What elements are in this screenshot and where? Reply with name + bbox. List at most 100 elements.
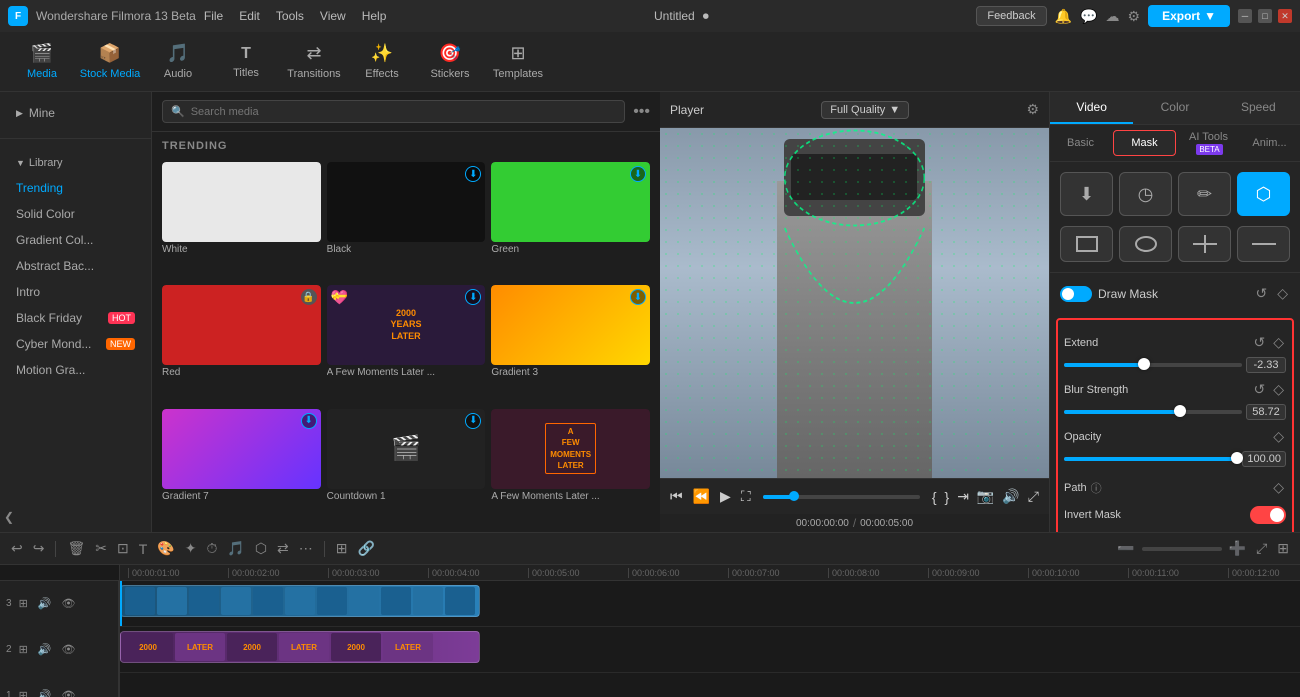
- track-1-layer-btn[interactable]: ⊞: [16, 686, 31, 697]
- sidebar-item-motion-gra[interactable]: Motion Gra...: [0, 357, 151, 383]
- volume-button[interactable]: 🔊: [1000, 486, 1021, 507]
- menu-edit[interactable]: Edit: [239, 9, 260, 23]
- export-button[interactable]: Export ▼: [1148, 5, 1230, 27]
- media-item-red[interactable]: 🔒 Red: [162, 285, 321, 402]
- mask-rect-btn[interactable]: [1060, 226, 1113, 262]
- mask-pen-btn[interactable]: ✏: [1178, 172, 1231, 216]
- tl-zoom-slider[interactable]: [1142, 547, 1222, 551]
- track-2-vis-btn[interactable]: 👁: [58, 640, 78, 659]
- tl-delete-btn[interactable]: 🗑: [64, 537, 88, 560]
- tab-mask[interactable]: Mask: [1113, 130, 1176, 156]
- tl-more-btn[interactable]: ⋯: [296, 537, 316, 560]
- mask-cross-btn[interactable]: [1178, 226, 1231, 262]
- tl-zoom-out-btn[interactable]: ➖: [1114, 537, 1137, 560]
- tl-link-btn[interactable]: 🔗: [355, 537, 378, 560]
- tl-grid-btn[interactable]: ⊞: [1274, 537, 1292, 560]
- tl-text-btn[interactable]: T: [136, 538, 151, 560]
- mask-line-btn[interactable]: [1237, 226, 1290, 262]
- expand-button[interactable]: ⤢: [1026, 486, 1041, 507]
- mark-out-button[interactable]: }: [943, 487, 952, 507]
- tab-video[interactable]: Video: [1050, 92, 1133, 124]
- blur-handle[interactable]: [1174, 405, 1186, 417]
- menu-help[interactable]: Help: [362, 9, 387, 23]
- snapshot-button[interactable]: 📷: [975, 486, 996, 507]
- path-diamond-btn[interactable]: ◇: [1271, 477, 1286, 498]
- minimize-button[interactable]: ─: [1238, 9, 1252, 23]
- nav-stickers[interactable]: 🎯 Stickers: [418, 36, 482, 88]
- sidebar-item-cyber-mond[interactable]: Cyber Mond... NEW: [0, 331, 151, 357]
- mark-in-button[interactable]: {: [930, 487, 939, 507]
- mask-clock-btn[interactable]: ◷: [1119, 172, 1172, 216]
- icon-cloud[interactable]: ☁: [1106, 8, 1120, 25]
- tl-paint-btn[interactable]: 🎨: [154, 537, 177, 560]
- media-item-white[interactable]: White: [162, 162, 321, 279]
- blur-slider[interactable]: [1064, 410, 1242, 414]
- extend-reset-btn[interactable]: ↺: [1251, 332, 1267, 353]
- menu-file[interactable]: File: [204, 9, 223, 23]
- tl-zoom-in-btn[interactable]: ➕: [1226, 537, 1249, 560]
- time-handle[interactable]: [789, 491, 799, 501]
- draw-mask-toggle[interactable]: [1060, 286, 1092, 302]
- tl-mask-btn[interactable]: ⬡: [252, 537, 270, 560]
- sidebar-item-trending[interactable]: Trending: [0, 175, 151, 201]
- nav-titles[interactable]: T Titles: [214, 36, 278, 88]
- nav-stock-media[interactable]: 📦 Stock Media: [78, 36, 142, 88]
- nav-transitions[interactable]: ⇄ Transitions: [282, 36, 346, 88]
- skip-back-button[interactable]: ⏮: [668, 486, 685, 507]
- nav-audio[interactable]: 🎵 Audio: [146, 36, 210, 88]
- extend-diamond-btn[interactable]: ◇: [1271, 332, 1286, 353]
- menu-tools[interactable]: Tools: [276, 9, 304, 23]
- media-item-gradient7[interactable]: ⬇ Gradient 7: [162, 409, 321, 526]
- track-3-clip[interactable]: [120, 585, 480, 617]
- track-2-clip[interactable]: 2000 LATER 2000 LATER 2000 LATER: [120, 631, 480, 663]
- sidebar-item-abstract-bac[interactable]: Abstract Bac...: [0, 253, 151, 279]
- track-2-vol-btn[interactable]: 🔊: [35, 640, 55, 659]
- nav-effects[interactable]: ✨ Effects: [350, 36, 414, 88]
- menu-view[interactable]: View: [320, 9, 346, 23]
- tab-color[interactable]: Color: [1133, 92, 1216, 124]
- media-item-few-moments-2[interactable]: AFEWMOMENTSLATER A Few Moments Later ...: [491, 409, 650, 526]
- close-button[interactable]: ✕: [1278, 9, 1292, 23]
- step-back-button[interactable]: ⏪: [691, 486, 712, 507]
- media-item-green[interactable]: ⬇ Green: [491, 162, 650, 279]
- player-timeline[interactable]: [763, 495, 920, 499]
- media-item-countdown1[interactable]: 🎬 ⬇ Countdown 1: [327, 409, 486, 526]
- track-2-layer-btn[interactable]: ⊞: [16, 640, 31, 659]
- player-quality-selector[interactable]: Full Quality ▼: [821, 101, 909, 119]
- blur-reset-btn[interactable]: ↺: [1251, 379, 1267, 400]
- mask-oval-btn[interactable]: [1119, 226, 1172, 262]
- tl-audio-btn[interactable]: 🎵: [224, 537, 247, 560]
- opacity-slider[interactable]: [1064, 457, 1238, 461]
- play-button[interactable]: ▶: [718, 486, 733, 507]
- media-item-few-moments-1[interactable]: 2000YEARSLATER 💝 ⬇ A Few Moments Later .…: [327, 285, 486, 402]
- feedback-button[interactable]: Feedback: [976, 6, 1046, 26]
- maximize-button[interactable]: □: [1258, 9, 1272, 23]
- search-input[interactable]: [191, 106, 616, 118]
- media-more-icon[interactable]: •••: [633, 103, 650, 121]
- tab-anim[interactable]: Anim...: [1239, 131, 1300, 155]
- extend-handle[interactable]: [1138, 358, 1150, 370]
- draw-mask-diamond-btn[interactable]: ◇: [1275, 283, 1290, 304]
- sidebar-item-black-friday[interactable]: Black Friday HOT: [0, 305, 151, 331]
- tl-group-btn[interactable]: ⊞: [333, 537, 351, 560]
- extend-slider[interactable]: [1064, 363, 1242, 367]
- panel-collapse-btn[interactable]: ❮: [0, 502, 18, 532]
- icon-bell[interactable]: 🔔: [1055, 8, 1072, 25]
- nav-media[interactable]: 🎬 Media: [10, 36, 74, 88]
- sidebar-item-solid-color[interactable]: Solid Color: [0, 201, 151, 227]
- sidebar-item-intro[interactable]: Intro: [0, 279, 151, 305]
- tl-undo-btn[interactable]: ↩: [8, 537, 26, 560]
- tab-ai-tools[interactable]: AI Tools BETA: [1178, 125, 1239, 161]
- track-3-vis-btn[interactable]: 👁: [58, 594, 78, 613]
- sidebar-item-gradient-col[interactable]: Gradient Col...: [0, 227, 151, 253]
- track-3-layer-btn[interactable]: ⊞: [16, 594, 31, 613]
- library-header[interactable]: ▼ Library: [0, 151, 151, 175]
- extract-button[interactable]: ⇥: [955, 486, 971, 507]
- player-settings-icon[interactable]: ⚙: [1026, 101, 1039, 118]
- blur-diamond-btn[interactable]: ◇: [1271, 379, 1286, 400]
- invert-mask-toggle[interactable]: [1250, 506, 1286, 524]
- tl-transition-btn[interactable]: ⇄: [274, 537, 292, 560]
- mask-lasso-btn[interactable]: ⬡: [1237, 172, 1290, 216]
- media-item-black[interactable]: ⬇ Black: [327, 162, 486, 279]
- tl-ai-btn[interactable]: ✦: [182, 537, 200, 560]
